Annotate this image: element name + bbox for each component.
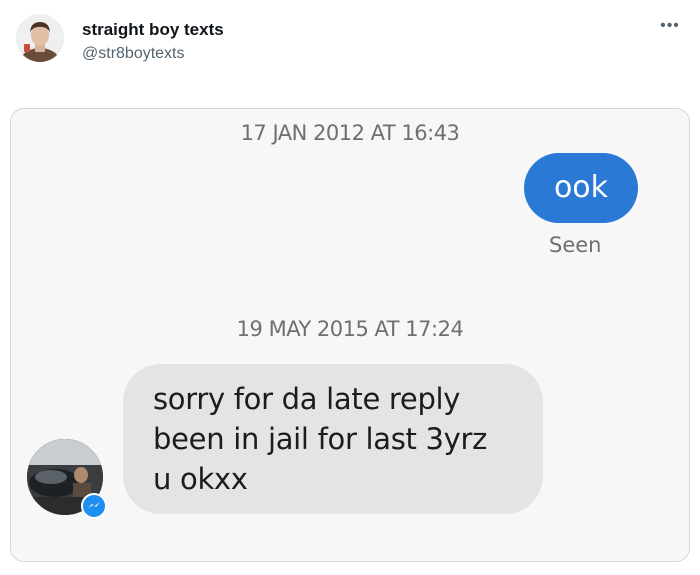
user-handle[interactable]: @str8boytexts: [82, 45, 185, 63]
tweet-header: straight boy texts @str8boytexts •••: [0, 0, 700, 100]
message-line: sorry for da late reply: [153, 382, 461, 416]
sent-message-bubble: ook: [524, 153, 638, 223]
profile-avatar[interactable]: [16, 14, 64, 62]
message-line: u okxx: [153, 462, 248, 496]
more-horizontal-icon[interactable]: •••: [656, 18, 684, 38]
messenger-icon: [81, 493, 107, 519]
tweet-image[interactable]: 17 JAN 2012 AT 16:43 ook Seen 19 MAY 201…: [10, 108, 690, 562]
display-name[interactable]: straight boy texts: [82, 20, 224, 40]
chat-timestamp: 19 MAY 2015 AT 17:24: [236, 317, 464, 341]
chat-timestamp: 17 JAN 2012 AT 16:43: [240, 121, 460, 145]
message-line: been in jail for last 3yrz: [153, 422, 488, 456]
received-message-bubble: sorry for da late reply been in jail for…: [123, 364, 543, 514]
seen-status: Seen: [549, 233, 602, 257]
